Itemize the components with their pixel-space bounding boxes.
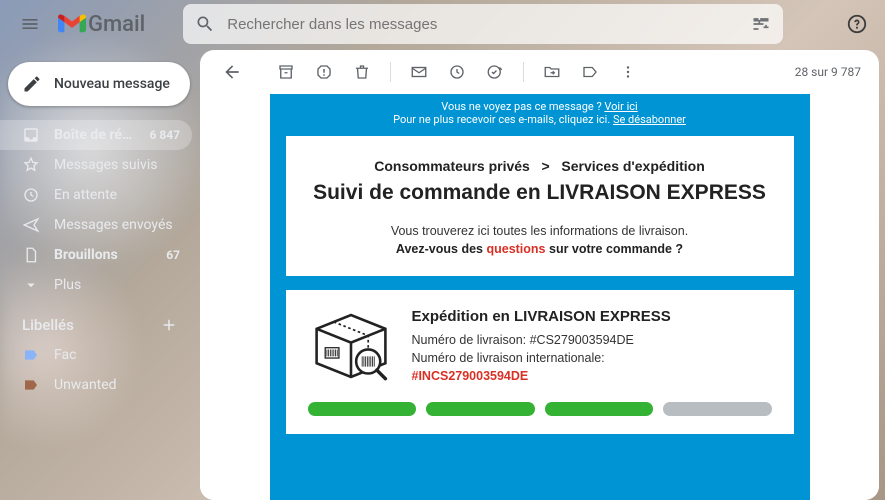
folder-move-icon	[543, 63, 561, 81]
email-headline: Suivi de commande en LIVRAISON EXPRESS	[312, 180, 768, 206]
main-menu-button[interactable]	[10, 4, 50, 44]
plus-icon	[160, 316, 178, 334]
email-subline: Vous trouverez ici toutes les informatio…	[312, 224, 768, 238]
spam-button[interactable]	[306, 54, 342, 90]
main-panel: 28 sur 9 787 Vous ne voyez pas ce messag…	[200, 50, 879, 500]
sidebar-item-more[interactable]: Plus	[0, 270, 192, 300]
email-shipping-card: Expédition en LIVRAISON EXPRESS Numéro d…	[286, 290, 794, 434]
arrow-left-icon	[222, 62, 242, 82]
email-preheader: Vous ne voyez pas ce message ? Voir ici …	[270, 94, 810, 136]
sidebar-item-inbox[interactable]: Boîte de récepti... 6 847	[0, 120, 192, 150]
trash-icon	[353, 63, 371, 81]
star-icon	[22, 156, 40, 174]
email-question-line: Avez-vous des questions sur votre comman…	[312, 242, 768, 256]
report-spam-icon	[315, 63, 333, 81]
label-icon	[22, 346, 40, 364]
view-online-link[interactable]: Voir ici	[604, 100, 637, 113]
clock-icon	[22, 186, 40, 204]
search-options-icon[interactable]	[751, 14, 771, 34]
help-icon	[846, 13, 868, 35]
sidebar-item-drafts[interactable]: Brouillons 67	[0, 240, 192, 270]
label-item-unwanted[interactable]: Unwanted	[0, 370, 192, 400]
hamburger-icon	[20, 14, 40, 34]
label-icon	[22, 376, 40, 394]
chevron-down-icon	[22, 276, 40, 294]
compose-button[interactable]: Nouveau message	[8, 62, 190, 106]
snooze-button[interactable]	[439, 54, 475, 90]
labels-header: Libellés	[0, 300, 192, 340]
shipping-intl-label: Numéro de livraison internationale:	[412, 351, 772, 365]
label-icon	[581, 63, 599, 81]
shipping-intl-number: #INCS279003594DE	[412, 369, 772, 383]
email-breadcrumb: Consommateurs privés > Services d'expédi…	[312, 158, 768, 174]
message-body: Vous ne voyez pas ce message ? Voir ici …	[200, 94, 879, 500]
message-counter: 28 sur 9 787	[795, 65, 861, 79]
clock-icon	[448, 63, 466, 81]
support-button[interactable]	[837, 4, 877, 44]
move-button[interactable]	[534, 54, 570, 90]
add-label-button[interactable]	[160, 316, 178, 334]
email-content: Vous ne voyez pas ce message ? Voir ici …	[270, 94, 810, 500]
sidebar-item-starred[interactable]: Messages suivis	[0, 150, 192, 180]
delete-button[interactable]	[344, 54, 380, 90]
mail-icon	[410, 63, 428, 81]
mark-unread-button[interactable]	[401, 54, 437, 90]
back-button[interactable]	[214, 54, 250, 90]
shipping-number-line: Numéro de livraison: #CS279003594DE	[412, 333, 772, 347]
file-icon	[22, 246, 40, 264]
gmail-m-icon	[58, 13, 86, 35]
archive-icon	[277, 63, 295, 81]
pencil-icon	[22, 74, 42, 94]
email-header-card: Consommateurs privés > Services d'expédi…	[286, 136, 794, 276]
more-button[interactable]	[610, 54, 646, 90]
progress-segment	[426, 402, 535, 416]
progress-segment	[663, 402, 772, 416]
message-toolbar: 28 sur 9 787	[200, 50, 879, 94]
label-button[interactable]	[572, 54, 608, 90]
sidebar-item-snoozed[interactable]: En attente	[0, 180, 192, 210]
sidebar: Nouveau message Boîte de récepti... 6 84…	[0, 48, 200, 500]
search-input[interactable]	[227, 16, 739, 33]
send-icon	[22, 216, 40, 234]
inbox-icon	[22, 126, 40, 144]
progress-segment	[545, 402, 654, 416]
progress-segment	[308, 402, 417, 416]
label-item-fac[interactable]: Fac	[0, 340, 192, 370]
add-task-button[interactable]	[477, 54, 513, 90]
unsubscribe-link[interactable]: Se désabonner	[613, 113, 686, 126]
package-search-icon	[308, 308, 394, 384]
search-icon	[195, 14, 215, 34]
task-icon	[486, 63, 504, 81]
more-vert-icon	[619, 63, 637, 81]
archive-button[interactable]	[268, 54, 304, 90]
shipping-title: Expédition en LIVRAISON EXPRESS	[412, 308, 772, 325]
shipping-progress	[308, 402, 772, 416]
app-name: Gmail	[88, 12, 145, 37]
gmail-logo[interactable]: Gmail	[58, 12, 145, 37]
compose-label: Nouveau message	[54, 76, 170, 92]
sidebar-item-sent[interactable]: Messages envoyés	[0, 210, 192, 240]
search-bar[interactable]	[183, 4, 783, 44]
